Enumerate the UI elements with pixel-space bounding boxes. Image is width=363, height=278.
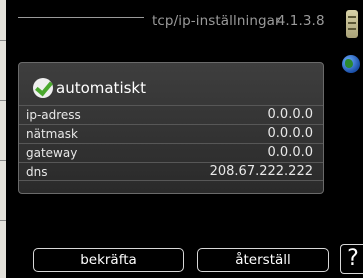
page-title: tcp/ip-inställningar4.1.3.8 [152, 13, 325, 29]
field-label: nätmask [26, 127, 78, 141]
network-fields: ip-adress 0.0.0.0 nätmask 0.0.0.0 gatewa… [19, 105, 323, 181]
page-title-text: tcp/ip-inställningar [152, 13, 281, 29]
tcp-ip-settings-panel: automatiskt ip-adress 0.0.0.0 nätmask 0.… [18, 62, 324, 194]
field-label: gateway [26, 146, 78, 160]
reset-button[interactable]: återställ [197, 248, 329, 272]
field-label: dns [26, 165, 48, 179]
field-row-ip-address[interactable]: ip-adress 0.0.0.0 [19, 105, 323, 124]
field-value: 208.67.222.222 [209, 164, 313, 179]
menu-number: 4.1.3.8 [276, 13, 325, 29]
field-row-gateway[interactable]: gateway 0.0.0.0 [19, 143, 323, 162]
thermometer-icon[interactable] [346, 10, 358, 38]
header-divider [18, 17, 144, 18]
globe-icon[interactable] [342, 55, 360, 73]
field-label: ip-adress [26, 108, 81, 122]
automatic-checkbox[interactable]: automatiskt [33, 77, 146, 99]
help-button[interactable]: ? [340, 244, 363, 274]
field-value: 0.0.0.0 [267, 145, 313, 160]
automatic-label: automatiskt [56, 79, 146, 97]
field-row-dns[interactable]: dns 208.67.222.222 [19, 162, 323, 181]
checkmark-icon [33, 78, 53, 98]
field-value: 0.0.0.0 [267, 107, 313, 122]
field-row-netmask[interactable]: nätmask 0.0.0.0 [19, 124, 323, 143]
screen: tcp/ip-inställningar4.1.3.8 automatiskt … [0, 0, 363, 278]
confirm-button[interactable]: bekräfta [33, 248, 184, 272]
paper-strip [0, 0, 6, 278]
field-value: 0.0.0.0 [267, 126, 313, 141]
